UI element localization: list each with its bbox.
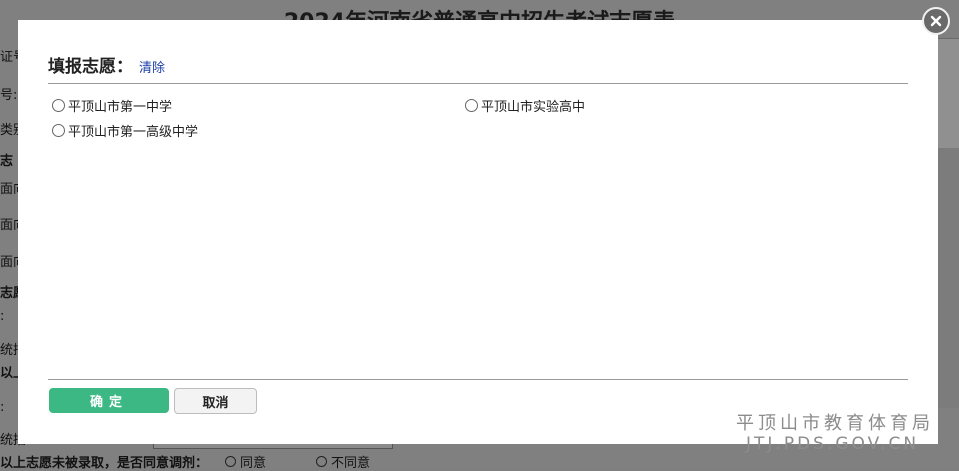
option-school-2[interactable]: 平顶山市实验高中 xyxy=(465,96,585,115)
close-icon xyxy=(930,15,942,27)
school-options: 平顶山市第一中学 平顶山市实验高中 平顶山市第一高级中学 xyxy=(52,96,912,156)
dialog-header: 填报志愿： 清除 xyxy=(48,52,165,77)
bg-label-number: 号: xyxy=(0,88,18,103)
background-panel-lower xyxy=(938,148,959,408)
radio-icon xyxy=(225,456,236,467)
confirm-button[interactable]: 确定 xyxy=(49,388,169,413)
adjust-question: 以上志愿未被录取，是否同意调剂： xyxy=(0,456,209,471)
background-panel xyxy=(938,38,959,149)
radio-icon[interactable] xyxy=(52,124,65,137)
option-label: 平顶山市第一中学 xyxy=(68,100,173,115)
bg-label-colon-1: : xyxy=(0,309,5,324)
dialog-title: 填报志愿： xyxy=(48,57,133,77)
bg-radio-agree: 同意 xyxy=(225,452,266,471)
option-school-1[interactable]: 平顶山市第一中学 xyxy=(52,96,172,115)
option-school-3[interactable]: 平顶山市第一高级中学 xyxy=(52,121,198,140)
bg-radio-agree-label: 同意 xyxy=(240,456,267,471)
option-label: 平顶山市实验高中 xyxy=(481,100,586,115)
cancel-button[interactable]: 取消 xyxy=(174,388,257,414)
bg-label-wish: 志 xyxy=(0,154,14,169)
option-label: 平顶山市第一高级中学 xyxy=(68,125,199,140)
watermark-org: 平顶山市教育体育局 xyxy=(736,413,934,434)
clear-link[interactable]: 清除 xyxy=(139,57,165,76)
bg-radio-disagree-label: 不同意 xyxy=(331,456,371,471)
footer-divider xyxy=(48,379,908,380)
header-divider xyxy=(48,83,908,84)
watermark-url: JTJ.PDS.GOV.CN xyxy=(746,434,920,454)
radio-icon[interactable] xyxy=(465,99,478,112)
radio-icon[interactable] xyxy=(52,99,65,112)
wish-dialog: 填报志愿： 清除 平顶山市第一中学 平顶山市实验高中 平顶山市第一高级中学 确定… xyxy=(18,20,938,444)
bg-radio-disagree: 不同意 xyxy=(316,452,370,471)
close-button[interactable] xyxy=(922,7,950,35)
bg-label-colon-2: : xyxy=(0,400,5,415)
bg-input-field xyxy=(153,444,393,449)
radio-icon xyxy=(316,456,327,467)
